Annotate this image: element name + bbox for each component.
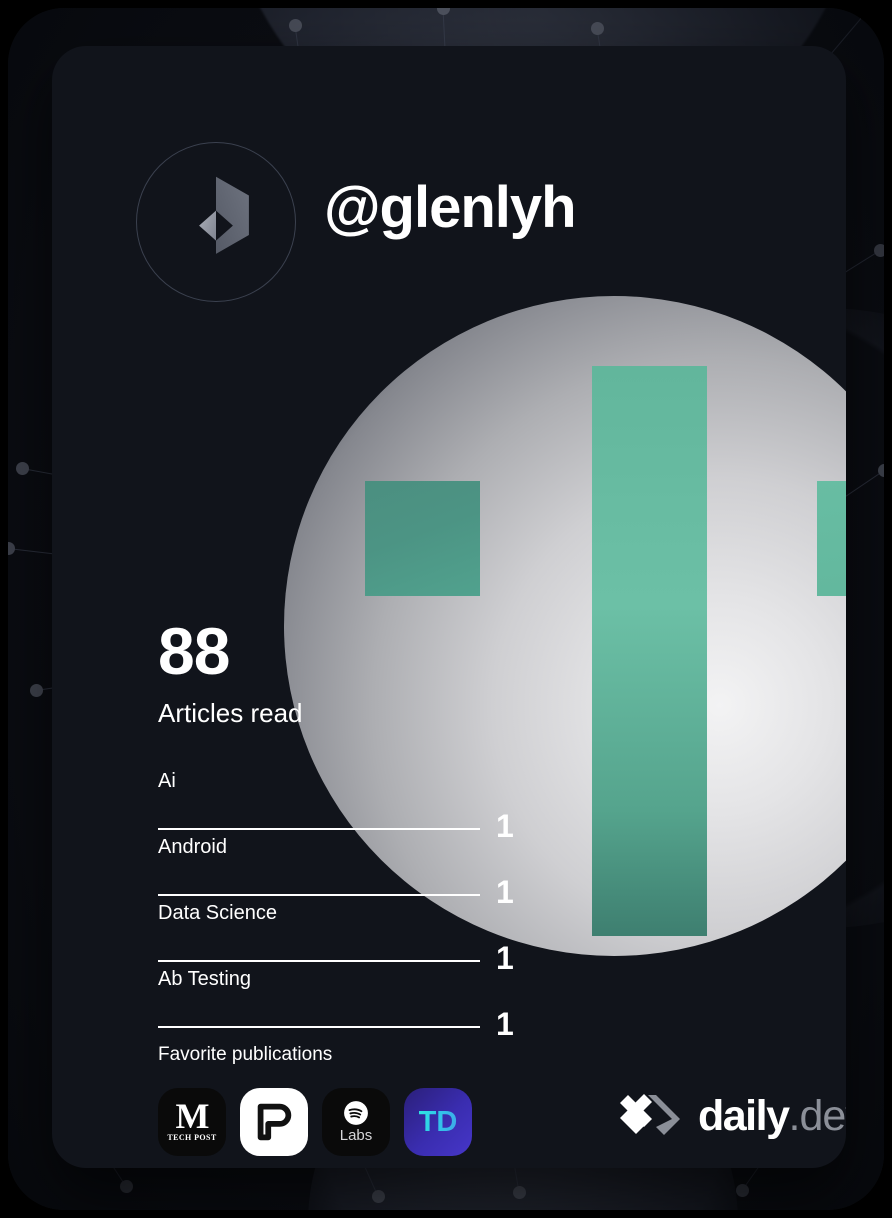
daily-dev-chevron-icon: [618, 1092, 684, 1141]
mtechpost-icon[interactable]: M TECH POST: [158, 1088, 226, 1156]
tag-row: Data Science 1: [158, 896, 528, 974]
brand-name: daily: [698, 1092, 790, 1140]
tag-rule: [158, 1026, 480, 1028]
daily-dev-logo: daily.dev: [618, 1092, 846, 1141]
p-logo-icon[interactable]: [240, 1088, 308, 1156]
brand-suffix: .dev: [788, 1092, 847, 1140]
tag-row: Ai 1: [158, 764, 528, 842]
favorite-publications-list: M TECH POST Labs TD: [158, 1088, 472, 1156]
inner-card: @glenlyh 88 Articles read Ai 1 Android 1 Dat…: [52, 46, 846, 1168]
tag-name: Android: [158, 836, 227, 858]
tag-row: Android 1: [158, 830, 528, 908]
td-icon[interactable]: TD: [404, 1088, 472, 1156]
tag-list: Ai 1 Android 1 Data Science 1 Ab Testing 1: [158, 764, 528, 1040]
spotify-labs-icon[interactable]: Labs: [322, 1088, 390, 1156]
chart-bar: [817, 481, 846, 596]
tag-name: Ai: [158, 770, 176, 792]
mtechpost-subtext: TECH POST: [167, 1133, 217, 1143]
tag-count: 1: [496, 1006, 514, 1042]
tag-row: Ab Testing 1: [158, 962, 528, 1040]
p-glyph: [257, 1103, 292, 1141]
chart-bar: [592, 366, 707, 936]
favorite-publications-title: Favorite publications: [158, 1044, 333, 1065]
articles-read-value: 88: [158, 614, 230, 688]
tag-name: Data Science: [158, 902, 277, 924]
spotify-labs-text: Labs: [339, 1127, 373, 1144]
spotify-glyph: [344, 1101, 368, 1125]
devcard-screenshot: @glenlyh 88 Articles read Ai 1 Android 1 Dat…: [0, 0, 892, 1218]
avatar[interactable]: [136, 142, 296, 302]
td-glyph: TD: [418, 1105, 458, 1138]
tag-name: Ab Testing: [158, 968, 252, 990]
hexagon-logo-icon: [169, 173, 263, 272]
articles-read-label: Articles read: [158, 698, 303, 728]
mtechpost-glyph: M: [175, 1095, 210, 1136]
chart-bar: [365, 481, 480, 596]
username: @glenlyh: [324, 175, 577, 240]
